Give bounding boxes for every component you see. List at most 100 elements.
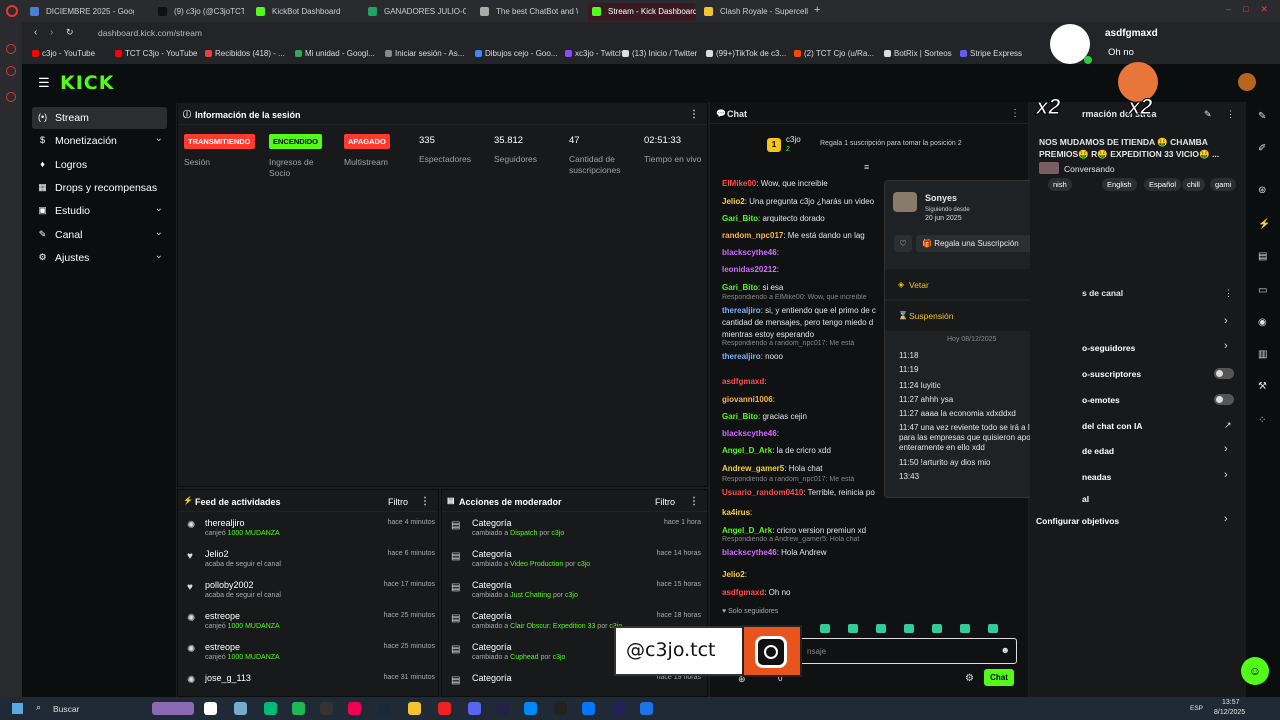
emoji-icon[interactable]: ☻: [1001, 645, 1010, 655]
taskbar-app-icon[interactable]: [292, 702, 305, 715]
channel-option[interactable]: o-suscriptores: [1082, 369, 1141, 379]
sidebar-item[interactable]: ▣ Estudio ⌄: [32, 200, 167, 222]
feed-item[interactable]: ✺ jose_g_113 hace 31 minutos: [178, 671, 440, 696]
chat-message[interactable]: Angel_D_Ark: cricro version premiun xd: [722, 526, 888, 536]
back-icon[interactable]: ‹: [34, 27, 37, 38]
bookmark-link[interactable]: Mi unidad - Googl...: [295, 49, 375, 58]
sidebar-item[interactable]: ✎ Canal ⌄: [32, 224, 167, 246]
chat-username[interactable]: Gari_Bito: [722, 412, 758, 421]
chat-message[interactable]: asdfgmaxd:: [722, 377, 888, 387]
taskbar-search[interactable]: Buscar: [53, 704, 79, 714]
user-avatar[interactable]: [1238, 73, 1256, 91]
chat-username[interactable]: Angel_D_Ark: [722, 526, 772, 535]
chat-message[interactable]: Gari_Bito: si esa: [722, 283, 888, 293]
bookmark-link[interactable]: Dibujos cejo - Goo...: [475, 49, 557, 58]
lang-indicator[interactable]: ESP: [1190, 705, 1203, 712]
chat-username[interactable]: Gari_Bito: [722, 214, 758, 223]
browser-tab[interactable]: GANADORES JULIO-OCT: [364, 3, 466, 21]
option-toggle[interactable]: [1214, 394, 1234, 405]
popup-username[interactable]: Sonyes: [925, 193, 957, 203]
chevron-down-icon[interactable]: ⌄: [155, 133, 163, 144]
chat-username[interactable]: Gari_Bito: [722, 283, 758, 292]
support-chat-button[interactable]: ☺: [1241, 657, 1269, 685]
window-controls[interactable]: –□✕: [1226, 4, 1280, 15]
stream-info-menu-icon[interactable]: ⋮: [1226, 109, 1235, 120]
chat-username[interactable]: random_npc017: [722, 231, 783, 240]
edit-icon[interactable]: ✎: [1258, 112, 1268, 122]
feed-filter-button[interactable]: Filtro: [388, 497, 408, 507]
channel-option[interactable]: Configurar objetivos: [1036, 516, 1119, 526]
taskbar-app-icon[interactable]: [408, 702, 421, 715]
edit-icon[interactable]: ✎: [1204, 109, 1212, 120]
taskbar-app-icon[interactable]: [554, 702, 567, 715]
clock-date[interactable]: 8/12/2025: [1214, 709, 1245, 716]
stream-tag[interactable]: chill: [1182, 178, 1205, 191]
feed-item[interactable]: ♥ Jelio2 acaba de seguir el canal hace 6 mi…: [178, 547, 440, 578]
whatsapp-icon[interactable]: [6, 92, 16, 102]
bookmark-link[interactable]: xc3jo - Twitch: [565, 49, 623, 58]
chat-message[interactable]: Gari_Bito: gracias cejin: [722, 412, 888, 422]
taskbar-app-icon[interactable]: [234, 702, 247, 715]
kick-logo[interactable]: KICK: [60, 72, 114, 94]
taskbar-app-icon[interactable]: [348, 702, 361, 715]
chat-message[interactable]: cantidad de mensajes, pero tengo miedo d: [722, 318, 888, 328]
bookmark-link[interactable]: c3jo - YouTube: [32, 49, 95, 58]
stream-category[interactable]: Conversando: [1064, 164, 1115, 174]
channel-option[interactable]: de edad: [1082, 446, 1114, 456]
browser-tab[interactable]: The best ChatBot and W: [476, 3, 578, 21]
channel-settings-menu-icon[interactable]: ⋮: [1224, 288, 1233, 299]
stream-tag[interactable]: gami: [1210, 178, 1237, 191]
taskbar-app-icon[interactable]: [582, 702, 595, 715]
channel-option[interactable]: neadas: [1082, 472, 1111, 482]
chevron-down-icon[interactable]: ⌄: [155, 203, 163, 214]
chat-username[interactable]: ka4irus: [722, 508, 750, 517]
chat-username[interactable]: therealjiro: [722, 306, 761, 315]
chat-message[interactable]: Andrew_gamer5: Hola chat: [722, 464, 888, 474]
chat-message[interactable]: Gari_Bito: arquitecto dorado: [722, 214, 888, 224]
wrench-icon[interactable]: ⚒: [1258, 382, 1268, 392]
chat-username[interactable]: giovanni1006: [722, 395, 773, 404]
chat-username[interactable]: Usuario_random0410: [722, 488, 803, 497]
mod-item[interactable]: ▤ Categoría cambiado a Dispatch por c3jo ha…: [442, 516, 709, 547]
opera-logo-icon[interactable]: [6, 5, 18, 17]
instagram-icon[interactable]: [6, 66, 16, 76]
mod-menu-icon[interactable]: ⋮: [689, 496, 699, 507]
bookmark-link[interactable]: (13) Inicio / Twitter: [622, 49, 697, 58]
stream-tag[interactable]: Español: [1144, 178, 1182, 191]
chat-username[interactable]: blackscythe46: [722, 429, 777, 438]
taskbar-app-icon[interactable]: [320, 702, 333, 715]
new-tab-button[interactable]: +: [814, 4, 820, 16]
channel-option[interactable]: o-emotes: [1082, 395, 1120, 405]
chat-filter-icon[interactable]: ≡: [864, 162, 869, 172]
chat-message[interactable]: ka4irus:: [722, 508, 888, 518]
sidebar-item[interactable]: ⚙ Ajustes ⌄: [32, 247, 167, 269]
taskbar-app-icon[interactable]: [468, 702, 481, 715]
chat-username[interactable]: asdfgmaxd: [722, 377, 764, 386]
pinned-user[interactable]: c3jo: [786, 135, 801, 144]
chat-menu-icon[interactable]: ⋮: [1010, 108, 1020, 119]
chevron-right-icon[interactable]: ›: [1224, 340, 1228, 352]
chat-message[interactable]: Jelio2: Una pregunta c3jo ¿harás un vide…: [722, 197, 888, 207]
channel-option[interactable]: al: [1082, 494, 1089, 504]
bookmark-link[interactable]: BotRix | Sorteos: [884, 49, 952, 58]
sidebar-item[interactable]: (•) Stream: [32, 107, 167, 129]
clock-time[interactable]: 13:57: [1222, 699, 1240, 706]
follow-heart-button[interactable]: ♡: [894, 235, 912, 252]
feed-item[interactable]: ✺ estreope canjeó 1000 MUDANZA hace 25 minu…: [178, 609, 440, 640]
taskbar-app-icon[interactable]: [524, 702, 537, 715]
chat-username[interactable]: Jelio2: [722, 570, 745, 579]
taskbar-app-icon[interactable]: [438, 702, 451, 715]
chat-message[interactable]: giovanni1006:: [722, 395, 888, 405]
browser-tab[interactable]: Stream - Kick Dashboard: [588, 3, 696, 21]
bookmark-link[interactable]: Iniciar sesión - As...: [385, 49, 464, 58]
notes-icon[interactable]: ▤: [1258, 252, 1268, 262]
mod-item[interactable]: ▤ Categoría cambiado a Just Chatting por c…: [442, 578, 709, 609]
chat-message[interactable]: leonidas20212:: [722, 265, 888, 275]
chat-message[interactable]: blackscythe46:: [722, 429, 888, 439]
bookmark-link[interactable]: (2) TCT Cjo (u/Ra...: [794, 49, 874, 58]
browser-tab[interactable]: DICIEMBRE 2025 - Goog: [26, 3, 134, 21]
chevron-right-icon[interactable]: ›: [1224, 513, 1228, 525]
sidebar-item[interactable]: ♦ Logros: [32, 154, 167, 176]
chat-send-button[interactable]: Chat: [984, 669, 1014, 686]
gift-sub-button[interactable]: 🎁 Regala una Suscripción: [916, 235, 1036, 252]
